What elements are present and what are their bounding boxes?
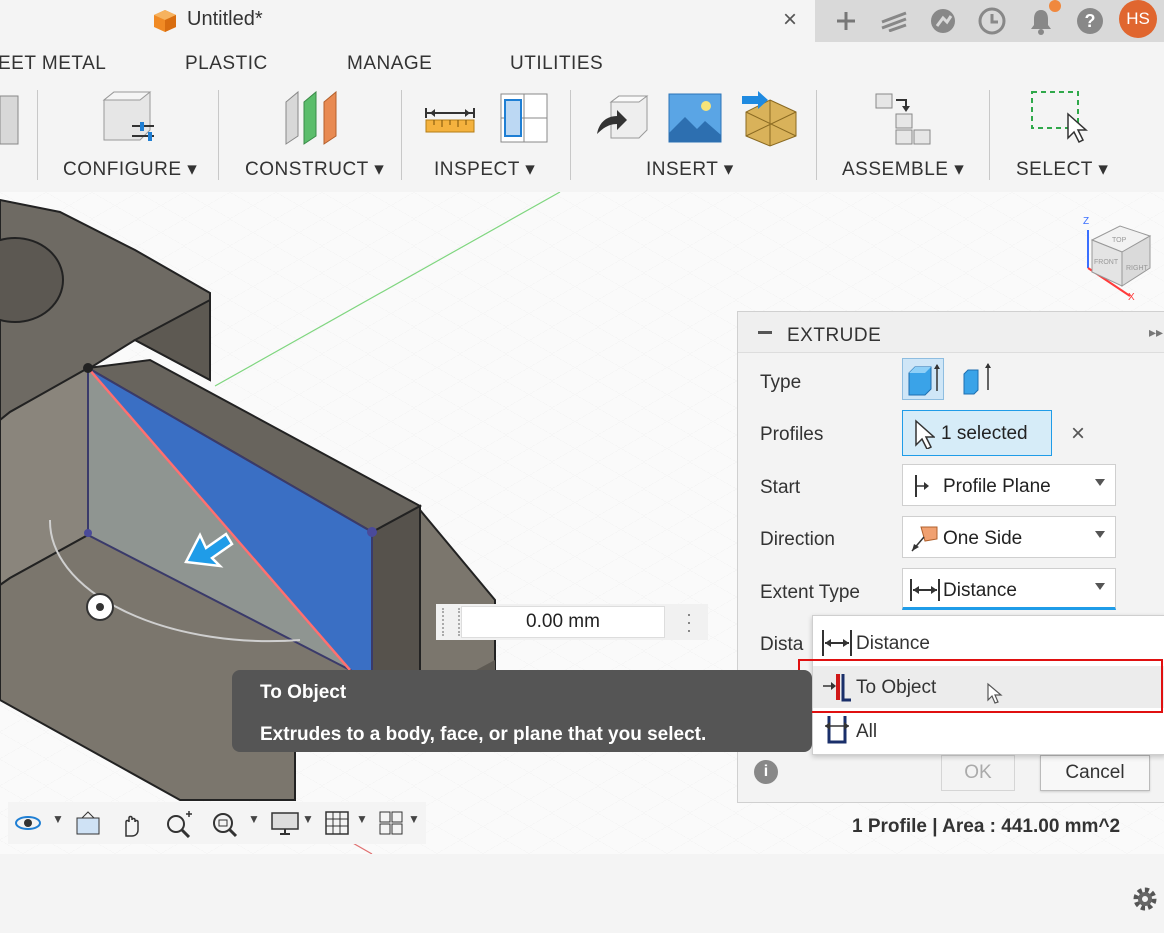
assemble-menu[interactable]: ASSEMBLE ▾: [842, 158, 964, 181]
direction-select[interactable]: One Side: [902, 516, 1116, 558]
job-status-icon[interactable]: [926, 4, 960, 38]
option-distance-label: Distance: [856, 633, 930, 654]
extensions-icon[interactable]: [877, 4, 911, 38]
help-icon[interactable]: ?: [1073, 4, 1107, 38]
chevron-down-icon[interactable]: ▼: [302, 812, 314, 826]
dialog-title: EXTRUDE: [787, 325, 882, 346]
new-tab-plus-icon[interactable]: [829, 4, 863, 38]
tab-plastic[interactable]: PLASTIC: [185, 53, 268, 75]
type-label: Type: [760, 372, 802, 393]
expand-panel-icon[interactable]: ▸▸: [1149, 324, 1163, 341]
tooltip: To Object Extrudes to a body, face, or p…: [232, 670, 812, 752]
chevron-down-icon: [1095, 531, 1105, 538]
option-all[interactable]: All: [813, 710, 1164, 752]
document-title: Untitled*: [187, 8, 263, 30]
chevron-down-icon[interactable]: ▼: [356, 812, 368, 826]
start-select[interactable]: Profile Plane: [902, 464, 1116, 506]
ribbon-divider: [218, 90, 219, 180]
ribbon-divider: [401, 90, 402, 180]
select-window-icon[interactable]: [1030, 90, 1088, 151]
configure-icon[interactable]: [100, 90, 160, 151]
pan-hand-icon[interactable]: [118, 810, 146, 844]
chevron-down-icon[interactable]: ▼: [248, 812, 260, 826]
tooltip-body: Extrudes to a body, face, or plane that …: [260, 724, 707, 745]
option-distance[interactable]: Distance: [813, 622, 1164, 664]
measure-ruler-icon[interactable]: [424, 100, 476, 141]
tab-utilities[interactable]: UTILITIES: [510, 53, 603, 75]
history-clock-icon[interactable]: [975, 4, 1009, 38]
status-bar-text: 1 Profile | Area : 441.00 mm^2: [852, 816, 1121, 837]
chevron-down-icon[interactable]: ▼: [408, 812, 420, 826]
profiles-label: Profiles: [760, 424, 824, 445]
dimension-input-box: 0.00 mm · · ·: [436, 604, 708, 640]
direction-value: One Side: [943, 528, 1023, 549]
display-settings-icon[interactable]: [270, 810, 300, 842]
close-tab-button[interactable]: ×: [783, 6, 797, 34]
drag-handle[interactable]: [442, 608, 460, 636]
fit-icon[interactable]: [210, 810, 238, 844]
extent-type-value: Distance: [943, 580, 1017, 601]
start-value: Profile Plane: [943, 476, 1051, 497]
insert-mesh-icon[interactable]: [740, 90, 800, 153]
extent-type-select[interactable]: Distance: [902, 568, 1116, 610]
navigation-bar: ▼ ▼ ▼ ▼ ▼: [8, 802, 426, 844]
tab-manage[interactable]: MANAGE: [347, 53, 432, 75]
assemble-joint-icon[interactable]: [874, 90, 932, 151]
start-label: Start: [760, 477, 801, 498]
ok-button[interactable]: OK: [941, 755, 1015, 791]
construct-menu[interactable]: CONSTRUCT ▾: [245, 158, 384, 181]
more-options-icon[interactable]: · · ·: [686, 605, 692, 639]
viewports-icon[interactable]: [378, 810, 404, 842]
look-at-icon[interactable]: [74, 810, 102, 842]
distance-label: Dista: [760, 634, 804, 655]
ribbon-divider: [37, 90, 38, 180]
document-cube-icon: [152, 8, 178, 39]
chevron-down-icon: [1095, 479, 1105, 486]
ribbon-divider: [816, 90, 817, 180]
insert-canvas-image-icon[interactable]: [668, 93, 722, 148]
orbit-icon[interactable]: [14, 810, 42, 842]
viewcube-front-label: FRONT: [1094, 259, 1119, 266]
ribbon-divider: [989, 90, 990, 180]
chevron-down-icon: [1095, 583, 1105, 590]
grid-settings-icon[interactable]: [324, 810, 350, 842]
viewcube-x-label: X: [1128, 292, 1135, 303]
extent-type-label: Extent Type: [760, 582, 860, 603]
option-all-label: All: [856, 721, 878, 742]
collapse-icon[interactable]: [758, 331, 772, 334]
section-analysis-icon[interactable]: [499, 92, 549, 149]
type-solid-button[interactable]: [902, 358, 944, 400]
user-avatar[interactable]: HS: [1119, 0, 1157, 38]
viewcube-top-label: TOP: [1112, 237, 1127, 244]
chevron-down-icon[interactable]: ▼: [52, 812, 64, 826]
insert-derive-icon[interactable]: [593, 94, 649, 149]
inspect-menu[interactable]: INSPECT ▾: [434, 158, 535, 181]
direction-label: Direction: [760, 529, 835, 550]
ribbon-divider: [570, 90, 571, 180]
highlight-box: [798, 659, 1163, 713]
select-menu[interactable]: SELECT ▾: [1016, 158, 1108, 181]
header-toolbar: ? HS: [815, 0, 1164, 42]
partial-solid-icon[interactable]: [0, 92, 22, 153]
distance-value-field[interactable]: 0.00 mm: [461, 606, 665, 638]
info-icon[interactable]: i: [754, 760, 778, 784]
insert-menu[interactable]: INSERT ▾: [646, 158, 734, 181]
type-thin-button[interactable]: [956, 358, 998, 400]
zoom-icon[interactable]: [164, 810, 194, 844]
viewcube-z-label: Z: [1083, 216, 1089, 227]
clear-selection-button[interactable]: ×: [1071, 420, 1085, 448]
svg-text:?: ?: [1085, 11, 1096, 31]
tooltip-title: To Object: [260, 682, 347, 703]
settings-gear-icon[interactable]: [1130, 884, 1160, 919]
profiles-value: 1 selected: [941, 423, 1028, 444]
cancel-button[interactable]: Cancel: [1040, 755, 1150, 791]
notification-badge: [1049, 0, 1061, 12]
configure-menu[interactable]: CONFIGURE ▾: [63, 158, 197, 181]
construct-planes-icon[interactable]: [284, 90, 342, 151]
tab-sheet-metal[interactable]: EET METAL: [0, 53, 106, 75]
bottom-area: [0, 855, 1164, 933]
viewcube-right-label: RIGHT: [1126, 265, 1149, 272]
profiles-selection-button[interactable]: 1 selected: [902, 410, 1052, 456]
view-cube[interactable]: Z X TOP FRONT RIGHT: [1078, 210, 1164, 304]
